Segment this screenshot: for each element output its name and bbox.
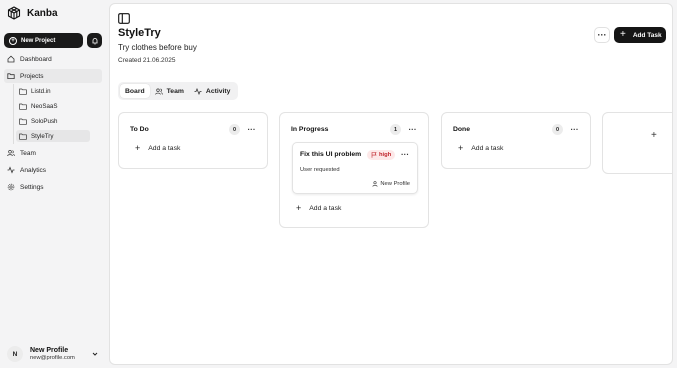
nav-settings[interactable]: Settings — [4, 180, 102, 194]
project-label: SoloPush — [31, 117, 58, 125]
new-project-button[interactable]: + New Project — [4, 33, 83, 48]
column-title: In Progress — [291, 126, 329, 133]
plus-icon: + — [651, 130, 657, 141]
project-label: Listd.in — [31, 87, 51, 95]
add-task-label: Add Task — [632, 31, 662, 39]
task-title: Fix this UI problem — [300, 151, 362, 158]
nav-analytics[interactable]: Analytics — [4, 163, 102, 177]
more-horizontal-icon: ··· — [597, 29, 607, 40]
task-card[interactable]: Fix this UI problem high ··· User reques… — [292, 142, 418, 194]
column-count-badge: 0 — [552, 124, 563, 135]
home-icon — [7, 55, 15, 63]
add-task-button[interactable]: + Add Task — [614, 27, 666, 43]
project-item-solopush[interactable]: SoloPush — [16, 115, 90, 127]
column-title: Done — [453, 126, 470, 133]
nav-label: Dashboard — [20, 55, 52, 63]
project-label: NeoSaaS — [31, 102, 58, 110]
column-count-badge: 1 — [390, 124, 401, 135]
add-task-row[interactable]: + Add a task — [458, 144, 503, 153]
add-column-button[interactable]: + — [602, 112, 672, 174]
column-menu-button[interactable]: ··· — [407, 124, 418, 135]
assignee-name: New Profile — [380, 181, 410, 187]
column-menu-button[interactable]: ··· — [246, 124, 257, 135]
plus-icon: + — [296, 203, 302, 213]
activity-icon — [7, 166, 15, 174]
column-title: To Do — [130, 126, 149, 133]
tab-board[interactable]: Board — [120, 84, 150, 98]
created-date: Created 21.06.2025 — [118, 57, 176, 64]
column-done: Done 0 ··· + Add a task — [441, 112, 591, 169]
column-todo: To Do 0 ··· + Add a task — [118, 112, 268, 169]
nav-label: Team — [20, 149, 36, 157]
nav-label: Settings — [20, 183, 44, 191]
tab-label: Board — [125, 87, 145, 95]
plus-circle-icon: + — [9, 36, 17, 45]
column-count-badge: 0 — [229, 124, 240, 135]
nav-label: Projects — [20, 72, 44, 80]
column-in-progress: In Progress 1 ··· Fix this UI problem hi… — [279, 112, 429, 228]
nav-label: Analytics — [20, 166, 47, 174]
users-icon — [154, 88, 163, 95]
notifications-button[interactable] — [87, 33, 102, 48]
task-menu-button[interactable]: ··· — [401, 151, 409, 159]
priority-badge: high — [367, 150, 396, 160]
project-item-neosaas[interactable]: NeoSaaS — [16, 100, 90, 112]
sidebar: Kanba + New Project Dashboard Projects L… — [0, 0, 108, 368]
new-project-label: New Project — [21, 37, 56, 44]
project-description: Try clothes before buy — [118, 43, 197, 52]
tab-label: Team — [166, 87, 184, 95]
users-icon — [7, 150, 15, 157]
profile-menu[interactable]: N New Profile new@profile.com — [7, 345, 102, 363]
tab-activity[interactable]: Activity — [189, 84, 236, 98]
chevron-down-icon — [92, 352, 98, 356]
profile-email: new@profile.com — [30, 354, 75, 361]
folder-icon — [19, 133, 27, 140]
nav-dashboard[interactable]: Dashboard — [4, 52, 102, 66]
sidebar-toggle-icon[interactable] — [118, 13, 130, 24]
logo-cube-icon — [7, 6, 21, 20]
project-item-listd[interactable]: Listd.in — [16, 85, 90, 97]
priority-label: high — [379, 152, 392, 158]
bell-icon — [92, 37, 97, 44]
task-description: User requested — [300, 167, 340, 173]
nav-team[interactable]: Team — [4, 146, 102, 160]
user-icon — [372, 181, 378, 187]
add-task-label: Add a task — [471, 145, 504, 152]
plus-icon: + — [135, 143, 141, 153]
flag-icon — [371, 152, 377, 158]
folder-icon — [7, 73, 15, 79]
plus-icon: + — [458, 143, 464, 153]
profile-name: New Profile — [30, 346, 69, 354]
avatar: N — [7, 346, 23, 362]
plus-icon: + — [620, 29, 626, 40]
add-task-label: Add a task — [148, 145, 181, 152]
project-tree-line — [13, 84, 14, 144]
gear-icon — [7, 183, 15, 191]
column-menu-button[interactable]: ··· — [569, 124, 580, 135]
project-item-styletry[interactable]: StyleTry — [16, 130, 90, 142]
brand-name: Kanba — [27, 7, 58, 19]
activity-icon — [194, 87, 202, 95]
main-panel: StyleTry Try clothes before buy Created … — [109, 3, 673, 365]
nav-projects[interactable]: Projects — [4, 69, 102, 83]
tab-team[interactable]: Team — [150, 84, 189, 98]
folder-icon — [19, 88, 27, 95]
add-task-row[interactable]: + Add a task — [135, 144, 180, 153]
folder-icon — [19, 118, 27, 125]
folder-icon — [19, 103, 27, 110]
more-options-button[interactable]: ··· — [594, 27, 610, 43]
add-task-label: Add a task — [309, 205, 342, 212]
tab-label: Activity — [205, 87, 231, 95]
project-label: StyleTry — [31, 132, 54, 140]
page-title: StyleTry — [118, 27, 161, 39]
add-task-row[interactable]: + Add a task — [296, 204, 341, 213]
task-assignee: New Profile — [372, 181, 410, 187]
view-tabs: Board Team Activity — [118, 82, 238, 100]
brand[interactable]: Kanba — [7, 6, 58, 20]
